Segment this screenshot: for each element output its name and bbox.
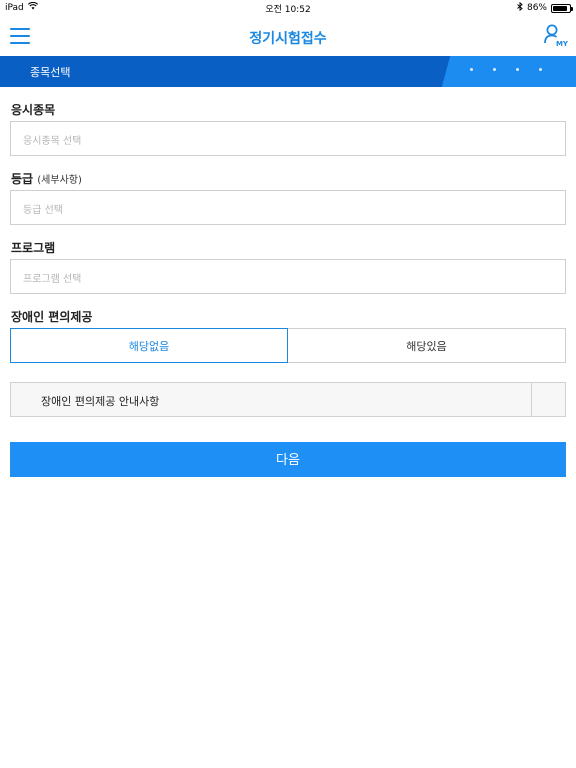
step-dots [470,68,542,71]
step-dot [539,68,542,71]
info-expand-cell[interactable] [531,383,565,416]
program-label: 프로그램 [11,241,56,255]
step-dot [493,68,496,71]
battery-fill [553,5,567,11]
disability-info-text: 장애인 편의제공 안내사항 [41,395,160,408]
program-select[interactable]: 프로그램 선택 [10,259,566,294]
option-applicable[interactable]: 해당있음 [288,328,566,363]
status-time: 오전 10:52 [265,5,311,15]
battery-icon [551,3,573,13]
status-right: 86% [517,1,573,14]
status-bar: iPad 오전 10:52 86% [0,0,576,16]
app-header: 정기시험접수 MY [0,18,576,56]
current-step-label: 종목선택 [30,66,71,79]
my-page-button[interactable]: MY [542,24,568,50]
hamburger-menu-icon[interactable] [10,28,30,46]
grade-label-text: 등급 [11,172,34,186]
my-label: MY [555,40,568,48]
option-not-applicable[interactable]: 해당없음 [10,328,288,363]
page-title: 정기시험접수 [249,31,327,47]
battery-percent: 86% [526,3,547,13]
disability-label: 장애인 편의제공 [11,310,93,324]
step-dot [516,68,519,71]
subject-select[interactable]: 응시종목 선택 [10,121,566,156]
disability-toggle-group: 해당없음 해당있음 [10,328,566,363]
grade-placeholder: 등급 선택 [23,205,63,216]
grade-select[interactable]: 등급 선택 [10,190,566,225]
grade-label: 등급 (세부사항) [11,170,82,187]
step-progress-highlight [441,56,576,87]
program-placeholder: 프로그램 선택 [23,274,82,285]
step-progress-bar: 종목선택 [0,56,576,87]
bluetooth-icon [517,1,523,14]
subject-label: 응시종목 [11,103,56,117]
disability-info-row[interactable]: 장애인 편의제공 안내사항 [10,382,566,417]
grade-label-sub: (세부사항) [37,175,82,186]
next-button[interactable]: 다음 [10,442,566,477]
step-dot [470,68,473,71]
subject-placeholder: 응시종목 선택 [23,136,82,147]
